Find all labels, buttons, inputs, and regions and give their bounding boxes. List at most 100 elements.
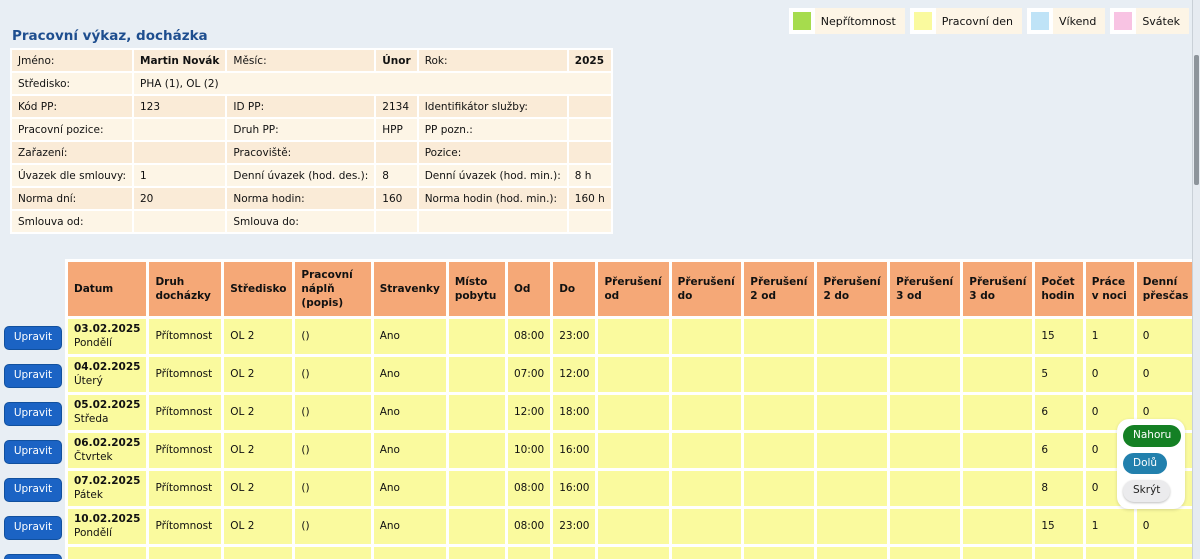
cell-break1-from xyxy=(598,471,668,506)
cell-from: 07:00 xyxy=(508,357,550,392)
legend-item: Nepřítomnost xyxy=(789,8,905,34)
cell-meal-voucher: Ano xyxy=(374,471,446,506)
info-label: Denní úvazek (hod. des.): xyxy=(227,165,374,186)
info-value: 8 xyxy=(376,165,416,186)
legend: NepřítomnostPracovní denVíkendSvátek xyxy=(789,8,1189,34)
cell-to: 23:00 xyxy=(553,319,595,354)
info-value: 20 xyxy=(134,188,225,209)
info-value: 8 h xyxy=(569,165,611,186)
cell-break3-from xyxy=(890,433,960,468)
column-header: Přerušení 3 od xyxy=(890,262,960,316)
info-value: 2025 xyxy=(569,50,611,71)
info-label: ID PP: xyxy=(227,96,374,117)
edit-button[interactable]: Upravit xyxy=(4,402,62,426)
table-row: 07.02.2025PátekPřítomnostOL 2()Ano08:001… xyxy=(68,471,1197,506)
cell-daily-overtime: 0 xyxy=(1137,357,1197,392)
edit-button[interactable]: Upravit xyxy=(4,554,62,559)
day-name: Čtvrtek xyxy=(74,451,140,465)
cell-daily-overtime: 0 xyxy=(1137,319,1197,354)
hide-panel-button[interactable]: Skrýt xyxy=(1123,480,1170,502)
cell-break1-from xyxy=(598,433,668,468)
info-label: Zařazení: xyxy=(12,142,132,163)
table-row xyxy=(68,547,1197,559)
info-label: Kód PP: xyxy=(12,96,132,117)
column-header: Místo pobytu xyxy=(449,262,505,316)
cell-meal-voucher: Ano xyxy=(374,433,446,468)
attendance-body: 03.02.2025PondělíPřítomnostOL 2()Ano08:0… xyxy=(68,319,1197,559)
employee-info-row: Zařazení:Pracoviště:Pozice: xyxy=(12,142,611,163)
cell-date: 03.02.2025Pondělí xyxy=(68,319,146,354)
cell-break3-from xyxy=(890,471,960,506)
table-row: 06.02.2025ČtvrtekPřítomnostOL 2()Ano10:0… xyxy=(68,433,1197,468)
info-label: Smlouva do: xyxy=(227,211,374,232)
cell-description: () xyxy=(295,357,370,392)
scroll-up-button[interactable]: Nahoru xyxy=(1123,425,1181,447)
cell-break3-from xyxy=(890,319,960,354)
cell-hours: 6 xyxy=(1035,433,1082,468)
cell-attendance-type: Přítomnost xyxy=(149,471,221,506)
info-label: Pracovní pozice: xyxy=(12,119,132,140)
column-header: Pracovní náplň (popis) xyxy=(295,262,370,316)
cell-center: OL 2 xyxy=(224,395,292,430)
cell-location xyxy=(449,433,505,468)
day-name: Pondělí xyxy=(74,527,140,541)
legend-label: Pracovní den xyxy=(936,15,1022,28)
edit-button[interactable]: Upravit xyxy=(4,326,62,350)
cell-center xyxy=(224,547,292,559)
info-label: Pozice: xyxy=(419,142,567,163)
cell-center: OL 2 xyxy=(224,357,292,392)
scrollbar-thumb[interactable] xyxy=(1194,55,1199,185)
cell-hours: 5 xyxy=(1035,357,1082,392)
date-value: 04.02.2025 xyxy=(74,361,140,375)
cell-to: 16:00 xyxy=(553,471,595,506)
edit-button[interactable]: Upravit xyxy=(4,364,62,388)
info-label: Rok: xyxy=(419,50,567,71)
attendance-table: DatumDruh docházkyStřediskoPracovní nápl… xyxy=(65,259,1200,559)
cell-break1-from xyxy=(598,547,668,559)
info-value xyxy=(569,142,611,163)
cell-date: 04.02.2025Úterý xyxy=(68,357,146,392)
info-label: Úvazek dle smlouvy: xyxy=(12,165,132,186)
column-header: Přerušení 2 od xyxy=(744,262,814,316)
info-label: Norma hodin: xyxy=(227,188,374,209)
date-value: 06.02.2025 xyxy=(74,437,140,451)
legend-item: Pracovní den xyxy=(910,8,1022,34)
scrollbar-track[interactable] xyxy=(1192,0,1200,559)
edit-button-slot: Upravit xyxy=(0,395,66,433)
cell-description: () xyxy=(295,319,370,354)
cell-hours: 6 xyxy=(1035,395,1082,430)
column-header: Středisko xyxy=(224,262,292,316)
cell-from: 12:00 xyxy=(508,395,550,430)
day-name: Pondělí xyxy=(74,337,140,351)
cell-break3-to xyxy=(963,547,1032,559)
legend-item: Svátek xyxy=(1110,8,1189,34)
cell-attendance-type: Přítomnost xyxy=(149,433,221,468)
date-value: 07.02.2025 xyxy=(74,475,140,489)
floating-nav-panel: Nahoru Dolů Skrýt xyxy=(1117,419,1185,509)
table-row: 04.02.2025ÚterýPřítomnostOL 2()Ano07:001… xyxy=(68,357,1197,392)
date-value: 03.02.2025 xyxy=(74,323,140,337)
info-value xyxy=(569,211,611,232)
cell-break2-to xyxy=(817,471,887,506)
cell-attendance-type: Přítomnost xyxy=(149,319,221,354)
cell-break2-from xyxy=(744,509,814,544)
cell-from: 08:00 xyxy=(508,319,550,354)
cell-break1-to xyxy=(672,547,742,559)
cell-break3-from xyxy=(890,509,960,544)
info-label: Norma hodin (hod. min.): xyxy=(419,188,567,209)
info-value: 1 xyxy=(134,165,225,186)
scroll-down-button[interactable]: Dolů xyxy=(1123,453,1167,475)
info-value xyxy=(134,142,225,163)
legend-color-swatch xyxy=(1027,8,1053,34)
cell-break2-to xyxy=(817,509,887,544)
cell-center: OL 2 xyxy=(224,433,292,468)
cell-night-work: 1 xyxy=(1086,319,1134,354)
legend-color-swatch xyxy=(1110,8,1136,34)
attendance-header-row: DatumDruh docházkyStřediskoPracovní nápl… xyxy=(68,262,1197,316)
info-label: Měsíc: xyxy=(227,50,374,71)
column-header: Od xyxy=(508,262,550,316)
cell-daily-overtime xyxy=(1137,547,1197,559)
edit-button[interactable]: Upravit xyxy=(4,516,62,540)
edit-button[interactable]: Upravit xyxy=(4,440,62,464)
edit-button[interactable]: Upravit xyxy=(4,478,62,502)
